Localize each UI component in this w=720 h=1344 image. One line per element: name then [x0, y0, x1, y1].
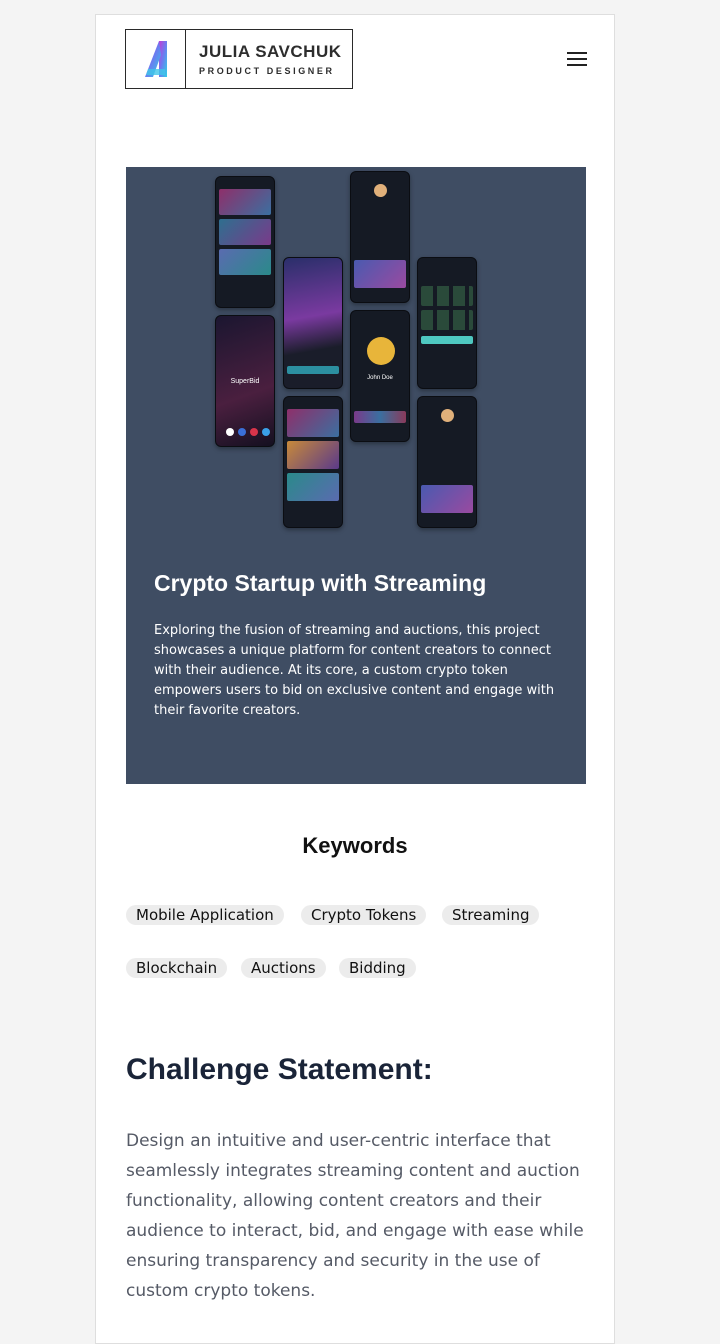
page-container: JULIA SAVCHUK PRODUCT DESIGNER SuperBid — [95, 14, 615, 1344]
project-description: Exploring the fusion of streaming and au… — [154, 623, 555, 718]
mockup-creator-screen: John Doe — [350, 310, 410, 442]
challenge-heading: Challenge Statement: — [126, 1053, 433, 1086]
mockup-feed-screen — [215, 176, 275, 308]
logo-name: JULIA SAVCHUK — [199, 42, 342, 61]
mockup-app-name: SuperBid — [230, 378, 260, 385]
keyword-chip[interactable]: Auctions — [241, 958, 326, 978]
logo-mark-icon — [126, 30, 186, 88]
mockup-profile-screen — [350, 171, 410, 303]
keywords-heading: Keywords — [302, 833, 408, 858]
project-hero-card: SuperBid John Doe Crypto Startup with St… — [126, 167, 586, 784]
logo-role: PRODUCT DESIGNER — [199, 66, 335, 76]
site-logo[interactable]: JULIA SAVCHUK PRODUCT DESIGNER — [125, 29, 353, 89]
project-title: Crypto Startup with Streaming — [154, 570, 487, 596]
challenge-statement: Design an intuitive and user-centric int… — [126, 1131, 584, 1301]
app-mockups-image: SuperBid John Doe — [126, 167, 586, 547]
keyword-chip[interactable]: Mobile Application — [126, 905, 284, 925]
mockup-stream-screen — [283, 257, 343, 389]
mockup-followers-screen — [417, 257, 477, 389]
mockup-splash-screen: SuperBid — [215, 315, 275, 447]
mockup-profile-name: John Doe — [367, 375, 393, 381]
keyword-chip[interactable]: Blockchain — [126, 958, 228, 978]
mockup-feed-screen-2 — [283, 396, 343, 528]
keyword-chip[interactable]: Crypto Tokens — [301, 905, 427, 925]
hamburger-menu-icon[interactable] — [567, 50, 588, 68]
keyword-chip[interactable]: Bidding — [339, 958, 416, 978]
mockup-bid-screen — [417, 396, 477, 528]
keyword-chip[interactable]: Streaming — [442, 905, 540, 925]
